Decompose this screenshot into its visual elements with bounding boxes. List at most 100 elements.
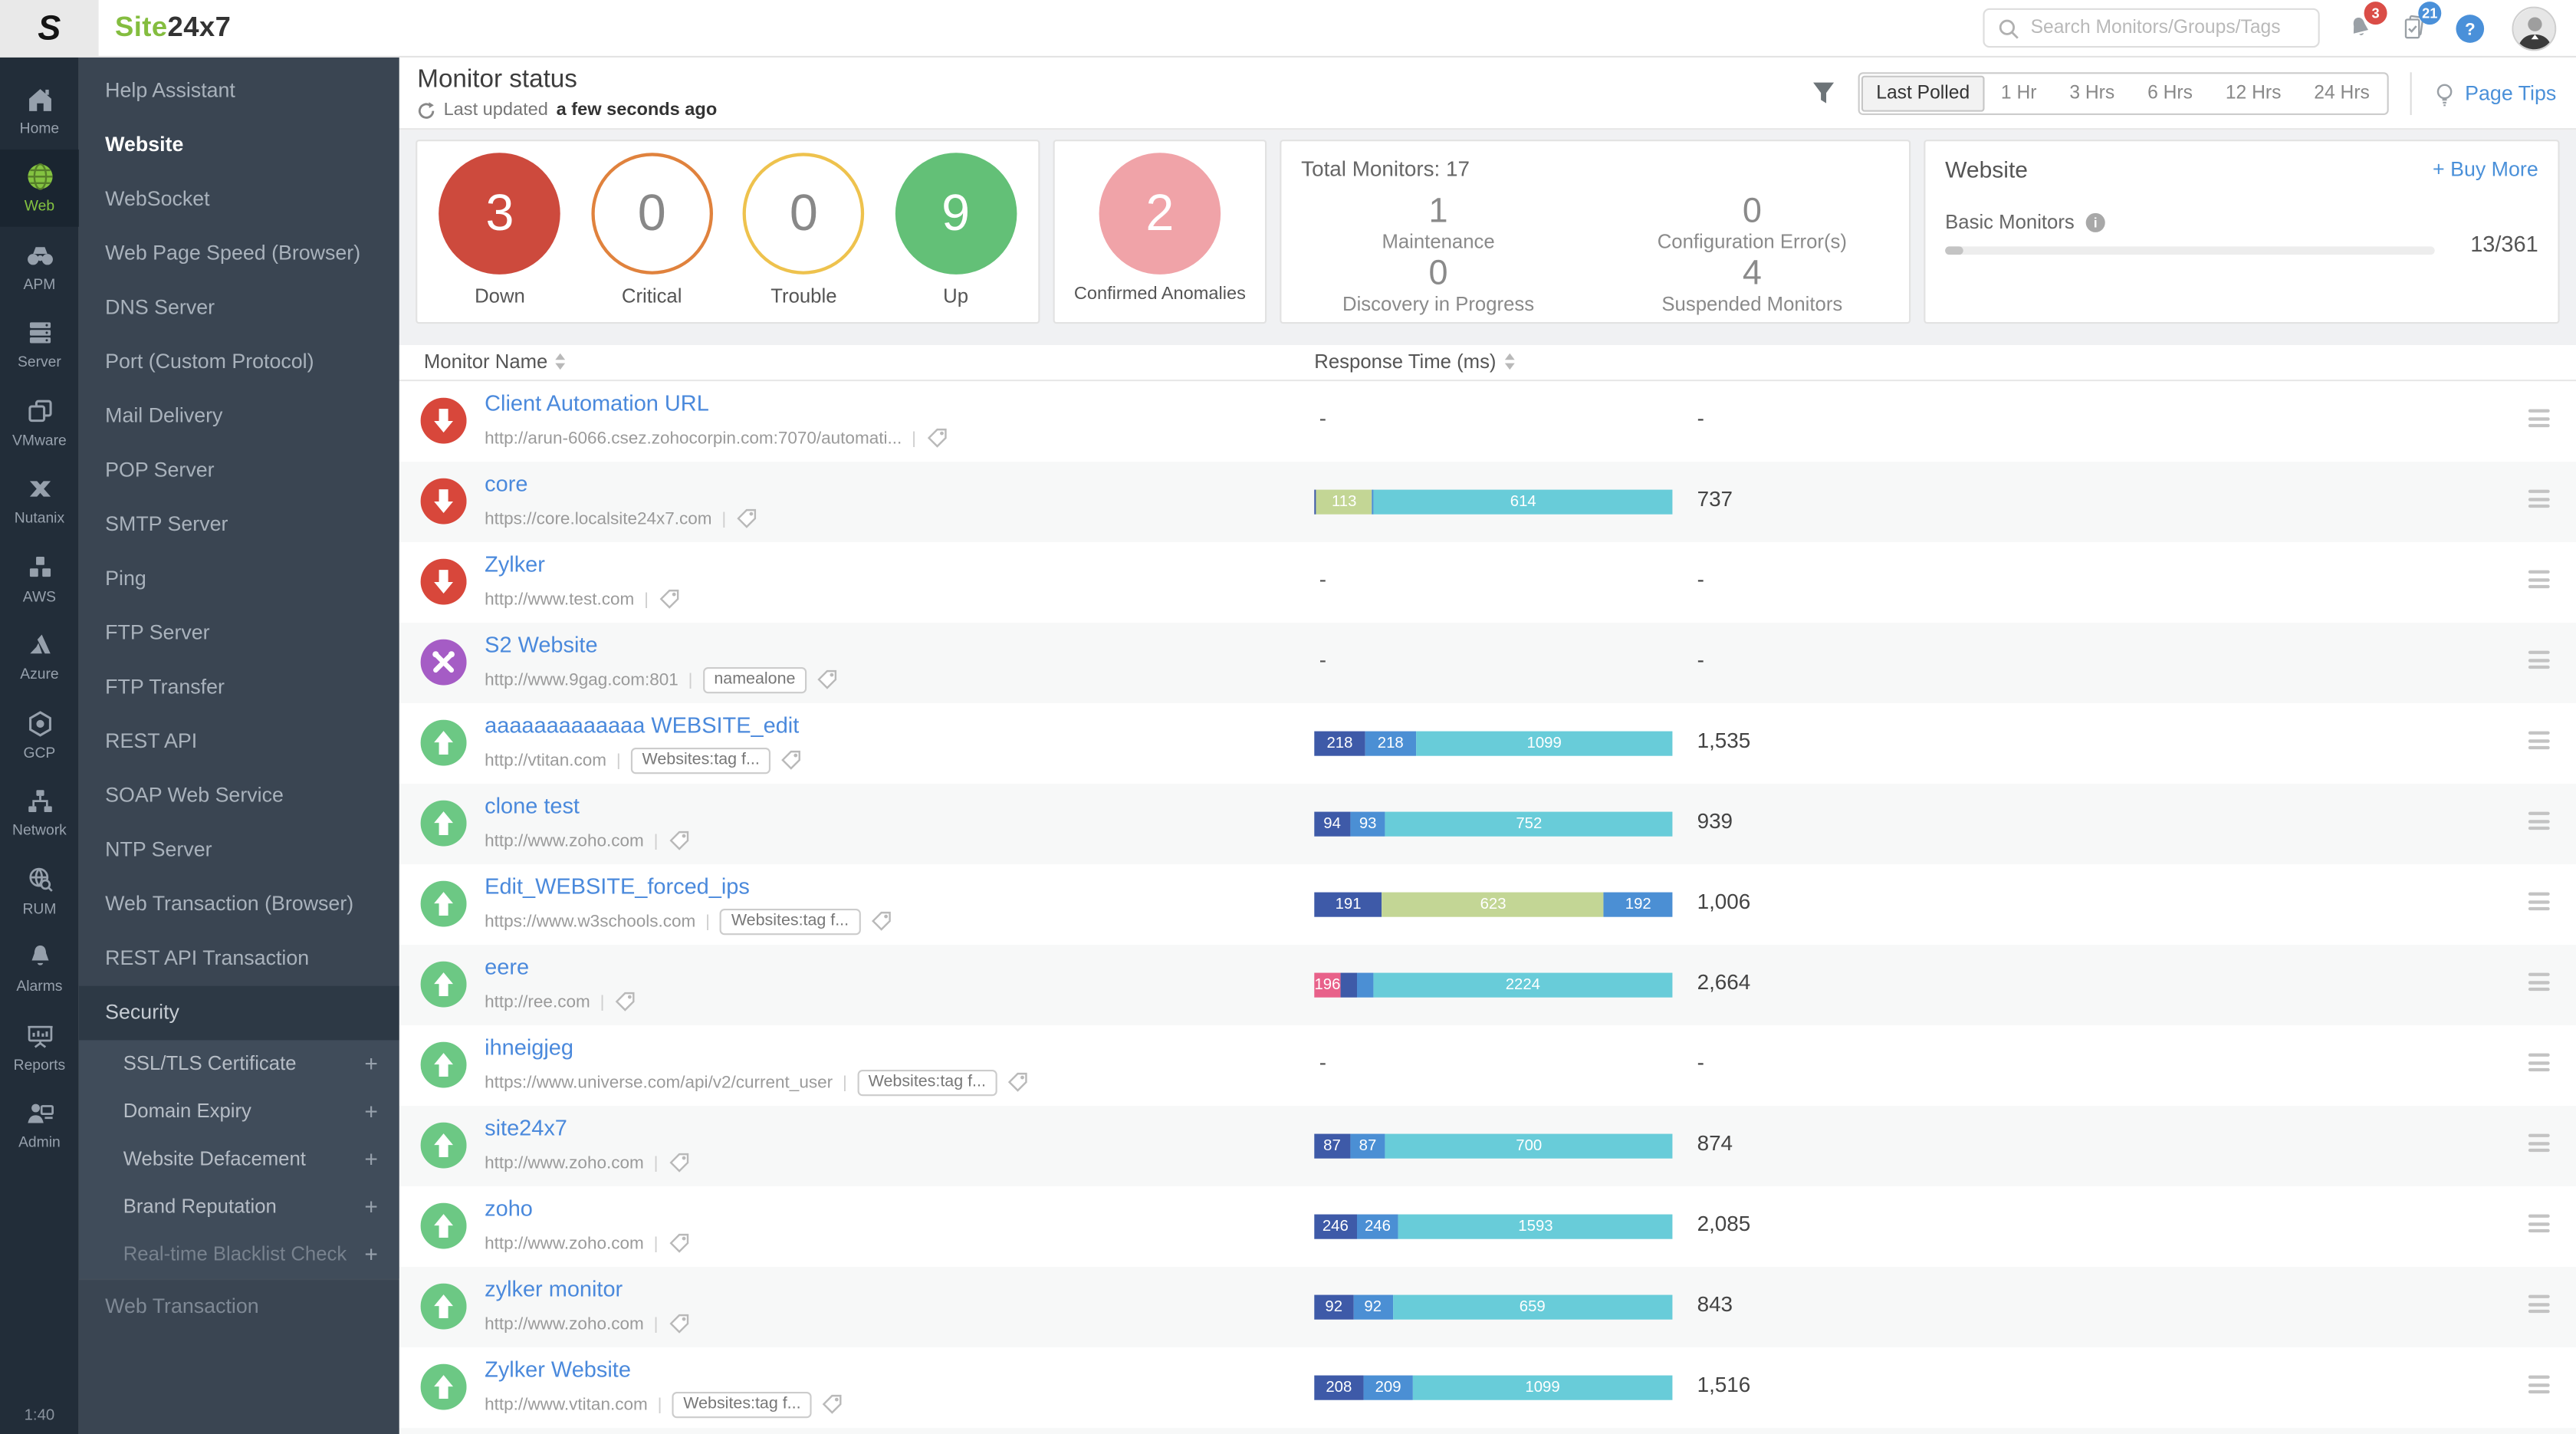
tag-icon[interactable] <box>781 749 803 771</box>
monitor-name-link[interactable]: zoho <box>485 1196 533 1221</box>
expand-plus-icon[interactable]: + <box>364 1183 378 1231</box>
monitor-name-link[interactable]: Zylker Website <box>485 1357 631 1382</box>
sidebar-item-web-transaction-browser[interactable]: Web Transaction (Browser) <box>79 877 399 932</box>
sidebar-item-rest-api-transaction[interactable]: REST API Transaction <box>79 932 399 986</box>
notifications-button[interactable]: 3 <box>2346 13 2374 43</box>
table-row[interactable]: Zylkerhttp://www.test.com|-- <box>399 542 2576 623</box>
status-down-icon[interactable] <box>421 479 467 525</box>
table-row[interactable]: clone testhttp://www.zoho.com|9493752939 <box>399 784 2576 864</box>
status-maintenance-icon[interactable] <box>421 640 467 686</box>
tag-icon[interactable] <box>668 830 689 851</box>
tag-chip[interactable]: Websites:tag f... <box>672 1391 812 1417</box>
row-menu-icon[interactable] <box>2528 1054 2550 1076</box>
filter-icon[interactable] <box>1809 79 1838 109</box>
expand-plus-icon[interactable]: + <box>364 1040 378 1087</box>
row-menu-icon[interactable] <box>2528 812 2550 834</box>
table-row[interactable]: Edit_WEBSITE_forced_ipshttps://www.w3sch… <box>399 864 2576 945</box>
status-up-icon[interactable] <box>421 801 467 847</box>
expand-plus-icon[interactable]: + <box>364 1088 378 1136</box>
monitor-name-link[interactable]: Edit_WEBSITE_forced_ips <box>485 874 750 899</box>
sidebar-item-rest-api[interactable]: REST API <box>79 715 399 769</box>
row-menu-icon[interactable] <box>2528 1295 2550 1317</box>
sidebar-subitem-domain-expiry[interactable]: Domain Expiry+ <box>79 1088 399 1136</box>
monitor-name-link[interactable]: Zylker <box>485 552 545 577</box>
monitor-name-link[interactable]: S2 Website <box>485 633 597 657</box>
status-down-icon[interactable] <box>421 398 467 444</box>
table-row[interactable]: ihneigjeghttps://www.universe.com/api/v2… <box>399 1025 2576 1106</box>
status-critical[interactable]: 0Critical <box>580 153 724 322</box>
info-icon[interactable]: i <box>2085 211 2106 232</box>
response-time-bar[interactable]: 9292659 <box>1314 1295 1672 1320</box>
time-filter-3-hrs[interactable]: 3 Hrs <box>2053 76 2131 112</box>
response-time-bar[interactable]: 1962224 <box>1314 973 1672 998</box>
sidebar-item-ftp-server[interactable]: FTP Server <box>79 607 399 661</box>
tag-chip[interactable]: Websites:tag f... <box>857 1069 997 1095</box>
response-time-bar[interactable]: 2462461593 <box>1314 1215 1672 1239</box>
response-time-bar[interactable]: 9493752 <box>1314 812 1672 837</box>
tag-chip[interactable]: namealone <box>702 666 807 692</box>
time-filter-12-hrs[interactable]: 12 Hrs <box>2209 76 2297 112</box>
row-menu-icon[interactable] <box>2528 1376 2550 1398</box>
sidebar-item-ntp-server[interactable]: NTP Server <box>79 824 399 878</box>
brand-title[interactable]: Site24x7 <box>115 12 231 44</box>
table-row[interactable]: zohohttp://www.zoho.com|24624615932,085 <box>399 1186 2576 1267</box>
sidebar-item-website[interactable]: Website <box>79 118 399 173</box>
site24x7-logo[interactable]: S <box>0 0 99 56</box>
expand-plus-icon[interactable]: + <box>364 1231 378 1278</box>
monitor-name-link[interactable]: aaaaaaaaaaaaa WEBSITE_edit <box>485 713 799 738</box>
monitor-name-link[interactable]: site24x7 <box>485 1116 567 1140</box>
tag-icon[interactable] <box>668 1152 689 1173</box>
tag-icon[interactable] <box>926 427 948 449</box>
refresh-icon[interactable] <box>417 101 435 120</box>
rail-item-admin[interactable]: Admin <box>0 1085 79 1163</box>
sidebar-item-help-assistant[interactable]: Help Assistant <box>79 64 399 119</box>
confirmed-anomalies-card[interactable]: 2 Confirmed Anomalies <box>1053 140 1267 324</box>
row-menu-icon[interactable] <box>2528 1134 2550 1156</box>
time-filter-1-hr[interactable]: 1 Hr <box>1984 76 2052 112</box>
response-time-bar[interactable]: 2082091099 <box>1314 1376 1672 1400</box>
sidebar-subitem-brand-reputation[interactable]: Brand Reputation+ <box>79 1183 399 1231</box>
sidebar-item-port-custom-protocol[interactable]: Port (Custom Protocol) <box>79 335 399 390</box>
sidebar-item-ftp-transfer[interactable]: FTP Transfer <box>79 660 399 715</box>
tag-icon[interactable] <box>1007 1071 1029 1093</box>
rail-item-apm[interactable]: APM <box>0 227 79 305</box>
tag-icon[interactable] <box>816 669 838 690</box>
table-row[interactable]: Zylker Websitehttp://www.vtitan.com|Webs… <box>399 1347 2576 1428</box>
status-up-icon[interactable] <box>421 720 467 766</box>
sidebar-subitem-ssl-tls-certificate[interactable]: SSL/TLS Certificate+ <box>79 1040 399 1087</box>
table-row[interactable]: Client Automation URLhttp://arun-6066.cs… <box>399 381 2576 462</box>
buy-more-link[interactable]: + Buy More <box>2433 158 2538 181</box>
status-up[interactable]: 9Up <box>883 153 1028 322</box>
table-row[interactable]: corehttps://core.localsite24x7.com|11361… <box>399 462 2576 542</box>
sidebar-subitem-website-defacement[interactable]: Website Defacement+ <box>79 1136 399 1183</box>
tag-chip[interactable]: Websites:tag f... <box>720 908 860 934</box>
status-up-icon[interactable] <box>421 962 467 1008</box>
rail-item-web[interactable]: Web <box>0 149 79 227</box>
tag-icon[interactable] <box>870 910 892 932</box>
monitor-name-link[interactable]: clone test <box>485 794 580 818</box>
total-stat-suspended-monitors[interactable]: 4Suspended Monitors <box>1595 253 1909 315</box>
tag-icon[interactable] <box>668 1232 689 1254</box>
time-filter-24-hrs[interactable]: 24 Hrs <box>2298 76 2386 112</box>
tag-icon[interactable] <box>822 1393 843 1415</box>
rail-item-server[interactable]: Server <box>0 305 79 383</box>
row-menu-icon[interactable] <box>2528 893 2550 915</box>
row-menu-icon[interactable] <box>2528 732 2550 754</box>
total-stat-maintenance[interactable]: 1Maintenance <box>1281 191 1595 253</box>
monitor-name-link[interactable]: core <box>485 472 527 496</box>
table-row[interactable]: eerehttp://ree.com|19622242,664 <box>399 945 2576 1025</box>
table-row[interactable]: aaaaaaaaaaaaa WEBSITE_edithttp://vtitan.… <box>399 703 2576 784</box>
column-response-time[interactable]: Response Time (ms) <box>1314 350 1514 373</box>
search-input[interactable] <box>2027 16 2305 39</box>
status-up-icon[interactable] <box>421 1123 467 1169</box>
status-up-icon[interactable] <box>421 1284 467 1330</box>
global-search[interactable] <box>1983 8 2319 48</box>
tag-chip[interactable]: Websites:tag f... <box>631 747 771 773</box>
table-row[interactable]: zylker monitorhttp://www.zoho.com|929265… <box>399 1267 2576 1347</box>
sidebar-item-smtp-server[interactable]: SMTP Server <box>79 498 399 552</box>
help-button[interactable]: ? <box>2454 12 2486 44</box>
row-menu-icon[interactable] <box>2528 973 2550 995</box>
row-menu-icon[interactable] <box>2528 651 2550 673</box>
row-menu-icon[interactable] <box>2528 571 2550 593</box>
monitor-name-link[interactable]: zylker monitor <box>485 1277 623 1301</box>
